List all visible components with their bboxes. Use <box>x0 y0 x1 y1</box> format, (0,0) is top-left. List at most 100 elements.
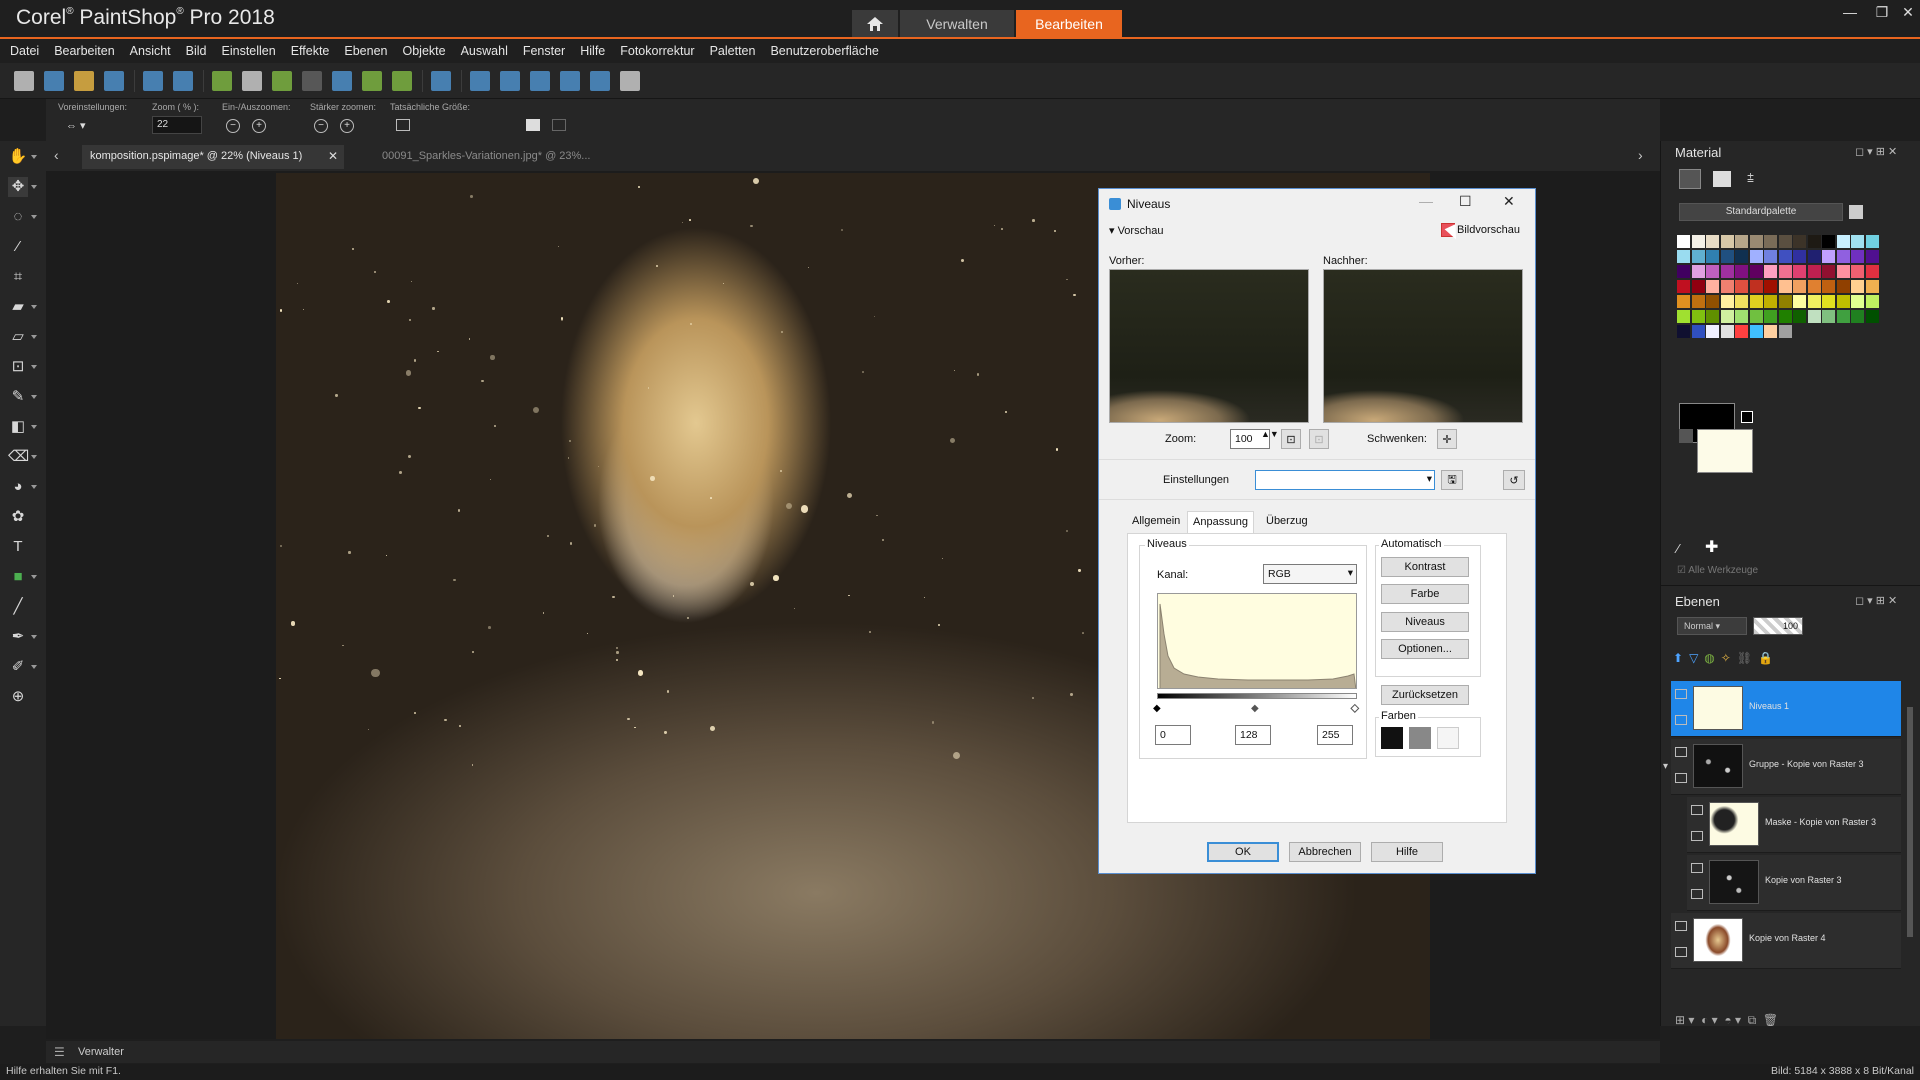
material-panel-controls-icon[interactable]: ◻ ▾ ⊞ ✕ <box>1855 145 1897 158</box>
background-color-icon[interactable] <box>1697 429 1753 473</box>
color-swatch[interactable] <box>1735 265 1748 278</box>
color-swatch[interactable] <box>1793 295 1806 308</box>
rainbow-tab-icon[interactable] <box>1713 171 1731 187</box>
layer-item-kopie-raster-4[interactable]: Kopie von Raster 4 <box>1671 913 1901 969</box>
color-swatch[interactable] <box>1807 265 1821 278</box>
color-swatch[interactable] <box>1691 250 1705 263</box>
picture-tube-icon[interactable]: ✿ <box>8 507 28 527</box>
dropper-icon[interactable]: ⁄ <box>1677 541 1679 556</box>
color-swatch[interactable] <box>1778 265 1792 278</box>
color-swatch[interactable] <box>1749 250 1763 263</box>
color-swatches[interactable] <box>1677 235 1905 365</box>
zoom-input[interactable]: 22 <box>152 116 202 134</box>
color-swatch[interactable] <box>1677 295 1690 308</box>
info-icon[interactable] <box>431 70 451 91</box>
color-swatch[interactable] <box>1749 235 1763 248</box>
pen-tool-icon[interactable]: ✒ <box>8 627 28 647</box>
color-swatch[interactable] <box>1836 295 1850 308</box>
full-screen-icon[interactable] <box>590 70 610 91</box>
menu-effekte[interactable]: Effekte <box>291 44 330 58</box>
color-swatch[interactable] <box>1749 310 1763 323</box>
color-swatch[interactable] <box>1793 280 1806 293</box>
color-swatch[interactable] <box>1807 310 1821 323</box>
color-swatch[interactable] <box>1677 325 1690 338</box>
color-swatch[interactable] <box>1764 295 1777 308</box>
color-swatch[interactable] <box>1822 280 1835 293</box>
document-tab-inactive[interactable]: 00091_Sparkles-Variationen.jpg* @ 23%... <box>382 150 590 162</box>
tab-anpassung[interactable]: Anpassung <box>1187 511 1255 533</box>
white-point-handle[interactable]: ◆ <box>1351 703 1360 715</box>
color-swatch[interactable] <box>1764 250 1777 263</box>
text-correction-icon[interactable]: ▱ <box>8 327 28 347</box>
color-swatch[interactable] <box>1749 295 1763 308</box>
dialog-close-icon[interactable]: ✕ <box>1503 193 1515 210</box>
tab-bearbeiten[interactable]: Bearbeiten <box>1016 10 1122 38</box>
color-swatch[interactable] <box>1691 280 1705 293</box>
palette-menu-icon[interactable] <box>1849 205 1863 219</box>
reset-preset-button[interactable]: ↺ <box>1503 470 1525 490</box>
layer-visibility-icon[interactable] <box>1675 947 1687 957</box>
open-folder-icon[interactable] <box>74 70 94 91</box>
layer-eye-icon[interactable] <box>1691 805 1703 815</box>
color-swatch[interactable] <box>1691 295 1705 308</box>
channel-dropdown[interactable]: RGB ▾ <box>1263 564 1357 584</box>
color-swatch[interactable] <box>1735 325 1748 338</box>
color-swatch[interactable] <box>1793 250 1806 263</box>
input-high[interactable]: 255 <box>1317 725 1353 745</box>
undo-icon[interactable] <box>362 70 382 91</box>
duplicate-icon[interactable]: ⧉ <box>1748 1013 1757 1027</box>
redo-icon[interactable] <box>392 70 412 91</box>
layer-visibility-icon[interactable] <box>1691 831 1703 841</box>
close-tab-icon[interactable]: ✕ <box>328 149 338 163</box>
white-dropper-icon[interactable] <box>1437 727 1459 749</box>
color-swatch[interactable] <box>1764 325 1777 338</box>
redo-disabled-icon[interactable] <box>302 70 322 91</box>
input-low[interactable]: 0 <box>1155 725 1191 745</box>
color-swatch[interactable] <box>1778 295 1792 308</box>
color-swatch[interactable] <box>1865 310 1879 323</box>
link-icon[interactable]: ⛓ <box>1737 651 1752 671</box>
layer-eye-icon[interactable] <box>1675 747 1687 757</box>
lasso-tool-icon[interactable]: ◌ <box>8 207 28 227</box>
menu-ansicht[interactable]: Ansicht <box>130 44 171 58</box>
color-swatch[interactable] <box>1778 235 1792 248</box>
color-swatch[interactable] <box>1793 235 1806 248</box>
add-tool-icon[interactable]: ⊕ <box>8 687 28 707</box>
menu-bearbeiten[interactable]: Bearbeiten <box>54 44 114 58</box>
color-swatch[interactable] <box>1735 295 1748 308</box>
color-swatch[interactable] <box>1764 310 1777 323</box>
minimize-icon[interactable]: — <box>1838 2 1862 22</box>
layer-eye-icon[interactable] <box>1675 921 1687 931</box>
new-layer-icon[interactable]: ⬆ <box>1673 651 1683 671</box>
effects-icon[interactable]: ✧ <box>1721 651 1731 671</box>
eraser-tool-icon[interactable]: ⌫ <box>8 447 29 467</box>
layer-item-niveaus[interactable]: Niveaus 1 <box>1671 681 1901 737</box>
resize-icon[interactable] <box>332 70 352 91</box>
print-icon[interactable] <box>242 70 262 91</box>
color-swatch[interactable] <box>1749 280 1763 293</box>
dropper-tool-icon[interactable]: ⁄ <box>8 237 28 257</box>
mask-icon[interactable]: ▽ <box>1689 651 1698 671</box>
add-material-icon[interactable]: ✚ <box>1705 537 1718 557</box>
move-tool-icon[interactable]: ✥ <box>8 177 28 197</box>
color-swatch[interactable] <box>1677 310 1690 323</box>
ok-button[interactable]: OK <box>1207 842 1279 862</box>
zoom-more-icon[interactable]: + <box>340 119 354 133</box>
reset-button[interactable]: Zurücksetzen <box>1381 685 1469 705</box>
menu-hilfe[interactable]: Hilfe <box>580 44 605 58</box>
color-swatch[interactable] <box>1735 235 1748 248</box>
color-swatch[interactable] <box>1822 295 1835 308</box>
new-adjust-icon[interactable]: ◐ ▾ <box>1701 1013 1718 1027</box>
settings-dropdown[interactable]: ▾ <box>1255 470 1435 490</box>
close-icon[interactable]: ✕ <box>1896 2 1920 22</box>
gray-dropper-icon[interactable] <box>1409 727 1431 749</box>
color-swatch[interactable] <box>1836 280 1850 293</box>
color-swatch[interactable] <box>1851 250 1864 263</box>
levels-button[interactable]: Niveaus <box>1381 612 1469 632</box>
new-file-icon[interactable] <box>14 70 34 91</box>
color-swatch[interactable] <box>1778 250 1792 263</box>
layer-item-maske[interactable]: Maske - Kopie von Raster 3 <box>1687 797 1901 853</box>
tab-verwalten[interactable]: Verwalten <box>900 10 1014 38</box>
before-preview[interactable] <box>1109 269 1309 423</box>
delete-layer-icon[interactable]: 🗑 <box>1763 1013 1778 1027</box>
